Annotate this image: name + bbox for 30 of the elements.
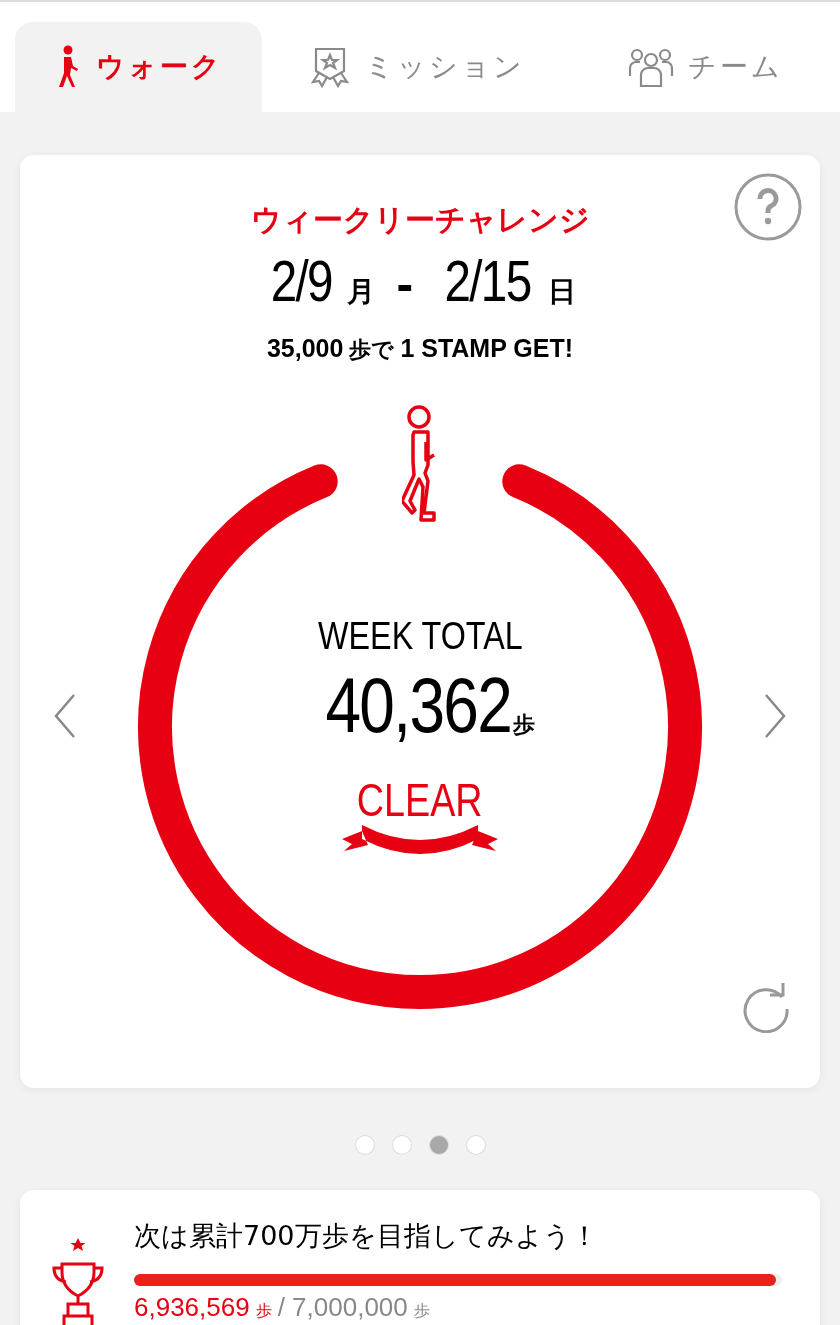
page-dot[interactable] (429, 1136, 448, 1154)
trophy-icon (50, 1236, 106, 1325)
goal-steps: 35,000 (266, 334, 344, 363)
chevron-right-icon[interactable] (763, 693, 787, 739)
refresh-icon[interactable] (740, 981, 792, 1033)
end-date: 2/15 (444, 247, 531, 314)
milestone-message: 次は累計700万歩を目指してみよう！ (134, 1219, 599, 1253)
target-unit: 歩 (413, 1301, 430, 1322)
end-weekday: 日 (548, 274, 577, 310)
goal-unit: 歩で (349, 336, 395, 364)
current-unit: 歩 (255, 1301, 272, 1322)
help-icon[interactable] (733, 172, 803, 242)
clear-label: CLEAR (357, 773, 483, 827)
week-total-label: WEEK TOTAL (317, 615, 523, 658)
date-separator: - (396, 255, 414, 313)
target-steps: / 7,000,000 (277, 1292, 408, 1323)
badge-star-icon (308, 45, 351, 89)
week-total-steps: 40,362 (325, 660, 511, 751)
tab[interactable]: ウォーク (15, 22, 263, 112)
challenge-title: ウィークリーチャレンジ (250, 201, 590, 239)
page-dot[interactable] (466, 1136, 485, 1154)
page-dot[interactable] (392, 1136, 411, 1154)
people-group-icon (628, 46, 674, 88)
current-steps: 6,936,569 (134, 1292, 250, 1323)
chevron-left-icon[interactable] (53, 693, 77, 739)
start-date: 2/9 (270, 247, 332, 314)
start-weekday: 月 (346, 274, 375, 310)
goal-reward: 1 STAMP GET! (400, 334, 574, 363)
steps-unit: 歩 (513, 711, 536, 739)
page-dot[interactable] (355, 1136, 374, 1154)
